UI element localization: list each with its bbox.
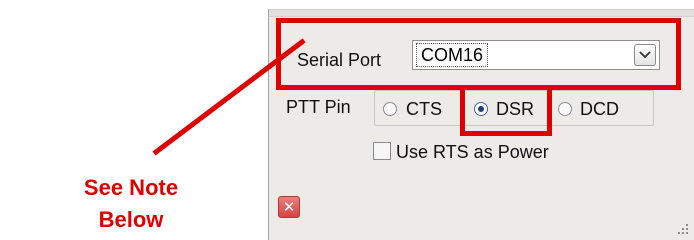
grip-dot bbox=[682, 232, 684, 234]
radio-cts-label[interactable]: CTS bbox=[406, 99, 442, 120]
serial-port-highlight bbox=[276, 18, 681, 90]
grip-dot bbox=[686, 228, 688, 230]
radio-cts[interactable] bbox=[383, 102, 397, 116]
ptt-pin-label: PTT Pin bbox=[286, 97, 351, 117]
radio-dcd[interactable] bbox=[558, 102, 572, 116]
rts-power-checkbox[interactable] bbox=[373, 142, 391, 160]
rts-power-label[interactable]: Use RTS as Power bbox=[396, 142, 549, 163]
panel-top-band bbox=[269, 10, 694, 17]
annotation-line-1: See Note bbox=[83, 175, 179, 200]
annotation-note: See Note Below bbox=[72, 172, 190, 236]
annotation-line-2: Below bbox=[98, 207, 164, 232]
close-icon[interactable]: ✕ bbox=[278, 196, 300, 218]
grip-dot bbox=[682, 228, 684, 230]
close-glyph: ✕ bbox=[282, 198, 296, 216]
grip-dot bbox=[686, 232, 688, 234]
grip-dot bbox=[686, 224, 688, 226]
grip-dot bbox=[678, 232, 680, 234]
radio-dcd-label[interactable]: DCD bbox=[580, 99, 619, 120]
resize-grip-icon[interactable] bbox=[676, 222, 688, 234]
dsr-highlight bbox=[460, 85, 552, 136]
